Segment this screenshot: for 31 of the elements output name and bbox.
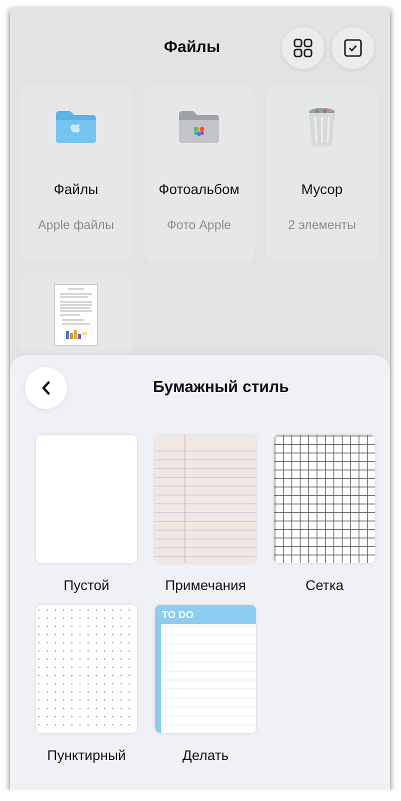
paper-label: Пунктирный — [47, 746, 126, 764]
checkbox-icon — [344, 38, 362, 56]
todo-header: TO DO — [155, 605, 256, 624]
back-chevron-icon — [41, 381, 51, 395]
paper-thumbnail[interactable] — [155, 435, 256, 563]
paper-label: Сетка — [305, 576, 344, 594]
screen-title: Файлы — [164, 38, 220, 58]
folder-name: Мусор — [301, 180, 343, 199]
document-thumbnail-icon — [54, 284, 98, 346]
paper-thumbnail[interactable] — [36, 605, 137, 733]
folder-icon — [54, 110, 98, 144]
folder-name: Файлы — [54, 180, 98, 199]
folder-card[interactable]: Фотоальбом Фото Apple — [143, 85, 255, 262]
folder-subtitle: Фото Apple — [166, 217, 232, 234]
folder-name: Фотоальбом — [158, 180, 240, 199]
grid-view-button[interactable] — [282, 26, 324, 68]
folder-card[interactable]: Мусор 2 элементы — [266, 85, 378, 262]
paper-label: Делать — [182, 746, 229, 764]
select-button[interactable] — [332, 26, 374, 68]
paper-label: Примечания — [165, 576, 246, 594]
folder-subtitle: 2 элементы — [288, 217, 356, 234]
trash-can-icon — [307, 107, 337, 147]
folder-subtitle: Apple файлы — [38, 217, 114, 234]
paper-label: Пустой — [64, 576, 110, 594]
folder-card[interactable]: Файлы Apple файлы — [20, 85, 132, 262]
back-button[interactable] — [25, 367, 67, 409]
folder-icon — [177, 110, 221, 144]
grid-icon — [293, 38, 313, 58]
sheet-title: Бумажный стиль — [152, 378, 290, 398]
paper-thumbnail[interactable] — [274, 435, 375, 563]
paper-thumbnail[interactable] — [36, 435, 137, 563]
